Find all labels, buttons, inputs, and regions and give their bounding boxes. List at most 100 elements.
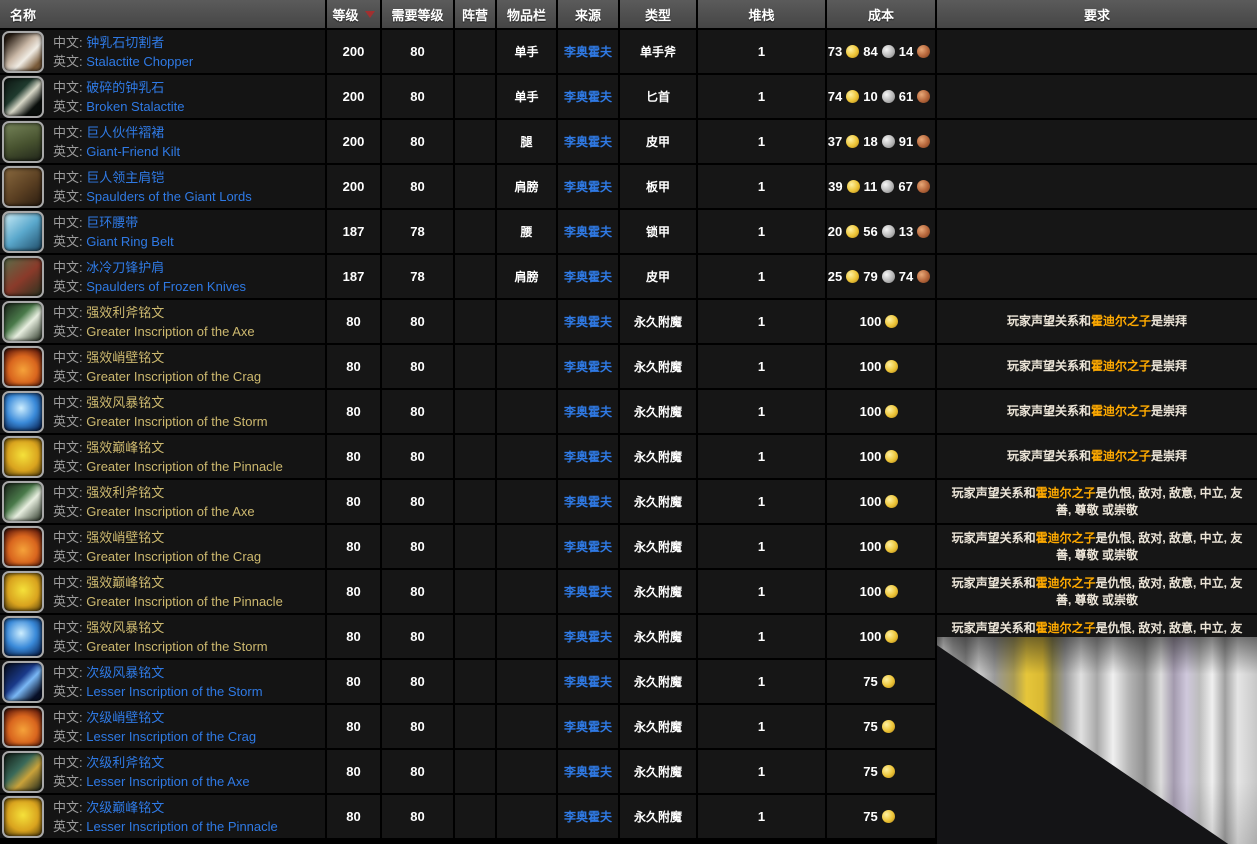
- item-name-cn-link[interactable]: 强效巅峰铭文: [86, 440, 164, 455]
- copper-amount: 14: [898, 44, 914, 59]
- item-source-link[interactable]: 李奥霍夫: [564, 178, 612, 195]
- item-required-level: 80: [382, 615, 453, 658]
- item-name-cn-link[interactable]: 巨人领主肩铠: [86, 170, 164, 185]
- item-name-en-link[interactable]: Greater Inscription of the Axe: [86, 504, 254, 519]
- item-name-en-link[interactable]: Spaulders of Frozen Knives: [86, 279, 246, 294]
- item-name-en-link[interactable]: Lesser Inscription of the Storm: [86, 684, 262, 699]
- item-name-en-link[interactable]: Greater Inscription of the Axe: [86, 324, 254, 339]
- column-header-cost[interactable]: 成本: [827, 0, 935, 28]
- item-name-cn-link[interactable]: 次级峭壁铭文: [86, 710, 164, 725]
- item-name-cn-link[interactable]: 次级风暴铭文: [86, 665, 164, 680]
- item-name-cn-link[interactable]: 次级利斧铭文: [86, 755, 164, 770]
- storm-lightning-icon: [2, 615, 44, 658]
- item-name-cn-link[interactable]: 钟乳石切割者: [86, 35, 164, 50]
- item-name-en-link[interactable]: Lesser Inscription of the Crag: [86, 729, 256, 744]
- item-name-en-link[interactable]: Greater Inscription of the Pinnacle: [86, 594, 283, 609]
- item-source-link[interactable]: 李奥霍夫: [564, 493, 612, 510]
- column-header-stack[interactable]: 堆栈: [698, 0, 825, 28]
- en-label: 英文:: [53, 728, 83, 744]
- reputation-faction-link[interactable]: 霍迪尔之子: [1091, 404, 1151, 418]
- item-requirement: 玩家声望关系和霍迪尔之子是仇恨, 敌对, 敌意, 中立, 友善, 尊敬 或崇敬: [937, 570, 1257, 613]
- silver-amount: 84: [863, 44, 878, 59]
- column-header-type[interactable]: 类型: [620, 0, 696, 28]
- sort-desc-icon: [364, 10, 375, 18]
- item-name-en-link[interactable]: Lesser Inscription of the Pinnacle: [86, 819, 278, 834]
- item-name-en-link[interactable]: Giant Ring Belt: [86, 234, 173, 249]
- item-source-link[interactable]: 李奥霍夫: [564, 268, 612, 285]
- item-name-cn-link[interactable]: 强效利斧铭文: [86, 485, 164, 500]
- item-name-en-link[interactable]: Greater Inscription of the Storm: [86, 639, 267, 654]
- cn-label: 中文:: [53, 394, 83, 410]
- en-label: 英文:: [53, 503, 83, 519]
- item-name-en-link[interactable]: Greater Inscription of the Pinnacle: [86, 459, 283, 474]
- item-name-cn-link[interactable]: 冰冷刀锋护肩: [86, 260, 164, 275]
- requirement-text: 是崇拜: [1151, 359, 1188, 373]
- item-faction: [455, 615, 495, 658]
- item-name-cn-link[interactable]: 次级巅峰铭文: [86, 800, 164, 815]
- item-name-cn-link[interactable]: 巨人伙伴褶裙: [86, 125, 164, 140]
- item-name-cn-link[interactable]: 强效风暴铭文: [86, 620, 164, 635]
- item-faction: [455, 30, 495, 73]
- item-name-en-link[interactable]: Greater Inscription of the Storm: [86, 414, 267, 429]
- item-source-link[interactable]: 李奥霍夫: [564, 718, 612, 735]
- item-name-en-link[interactable]: Giant-Friend Kilt: [86, 144, 180, 159]
- item-cost: 100: [827, 525, 935, 568]
- cn-label: 中文:: [53, 709, 83, 725]
- item-faction: [455, 480, 495, 523]
- item-source-link[interactable]: 李奥霍夫: [564, 808, 612, 825]
- item-stack: 1: [698, 615, 825, 658]
- item-source-link[interactable]: 李奥霍夫: [564, 763, 612, 780]
- item-source-link[interactable]: 李奥霍夫: [564, 538, 612, 555]
- item-name-cn-link[interactable]: 巨环腰带: [86, 215, 138, 230]
- cn-label: 中文:: [53, 754, 83, 770]
- item-name-en-link[interactable]: Spaulders of the Giant Lords: [86, 189, 252, 204]
- item-name-en-link[interactable]: Broken Stalactite: [86, 99, 184, 114]
- item-name-cn-link[interactable]: 强效巅峰铭文: [86, 575, 164, 590]
- reputation-faction-link[interactable]: 霍迪尔之子: [1091, 359, 1151, 373]
- en-label: 英文:: [53, 53, 83, 69]
- item-level: 80: [327, 660, 380, 703]
- item-name-cn-link[interactable]: 破碎的钟乳石: [86, 80, 164, 95]
- cn-label: 中文:: [53, 484, 83, 500]
- item-source-link[interactable]: 李奥霍夫: [564, 583, 612, 600]
- item-type: 单手斧: [620, 30, 696, 73]
- reputation-faction-link[interactable]: 霍迪尔之子: [1036, 576, 1096, 590]
- item-source-link[interactable]: 李奥霍夫: [564, 358, 612, 375]
- item-source-link[interactable]: 李奥霍夫: [564, 673, 612, 690]
- column-header-faction[interactable]: 阵营: [455, 0, 495, 28]
- item-name-en-link[interactable]: Greater Inscription of the Crag: [86, 549, 261, 564]
- item-source-link[interactable]: 李奥霍夫: [564, 43, 612, 60]
- item-level: 80: [327, 435, 380, 478]
- reputation-faction-link[interactable]: 霍迪尔之子: [1091, 314, 1151, 328]
- item-required-level: 80: [382, 435, 453, 478]
- item-name-cn-link[interactable]: 强效利斧铭文: [86, 305, 164, 320]
- item-name-en-link[interactable]: Greater Inscription of the Crag: [86, 369, 261, 384]
- gold-amount: 75: [863, 764, 878, 779]
- item-stack: 1: [698, 525, 825, 568]
- column-header-requirement[interactable]: 要求: [937, 0, 1257, 28]
- item-source-link[interactable]: 李奥霍夫: [564, 223, 612, 240]
- column-header-level[interactable]: 等级: [327, 0, 380, 28]
- item-name-cn-link[interactable]: 强效风暴铭文: [86, 395, 164, 410]
- item-name-cn-link[interactable]: 强效峭壁铭文: [86, 350, 164, 365]
- item-required-level: 80: [382, 660, 453, 703]
- reputation-faction-link[interactable]: 霍迪尔之子: [1036, 486, 1096, 500]
- item-name-cn-link[interactable]: 强效峭壁铭文: [86, 530, 164, 545]
- item-source-link[interactable]: 李奥霍夫: [564, 88, 612, 105]
- item-source-link[interactable]: 李奥霍夫: [564, 628, 612, 645]
- reputation-faction-link[interactable]: 霍迪尔之子: [1036, 531, 1096, 545]
- column-header-name[interactable]: 名称: [0, 0, 325, 28]
- item-source-link[interactable]: 李奥霍夫: [564, 313, 612, 330]
- reputation-faction-link[interactable]: 霍迪尔之子: [1036, 621, 1096, 635]
- item-required-level: 80: [382, 345, 453, 388]
- column-header-source[interactable]: 来源: [558, 0, 618, 28]
- item-source-link[interactable]: 李奥霍夫: [564, 448, 612, 465]
- reputation-faction-link[interactable]: 霍迪尔之子: [1091, 449, 1151, 463]
- item-name-en-link[interactable]: Stalactite Chopper: [86, 54, 193, 69]
- column-header-req-level[interactable]: 需要等级: [382, 0, 453, 28]
- pinnacle-icon: [2, 435, 44, 478]
- column-header-slot[interactable]: 物品栏: [497, 0, 556, 28]
- item-source-link[interactable]: 李奥霍夫: [564, 403, 612, 420]
- item-name-en-link[interactable]: Lesser Inscription of the Axe: [86, 774, 249, 789]
- item-source-link[interactable]: 李奥霍夫: [564, 133, 612, 150]
